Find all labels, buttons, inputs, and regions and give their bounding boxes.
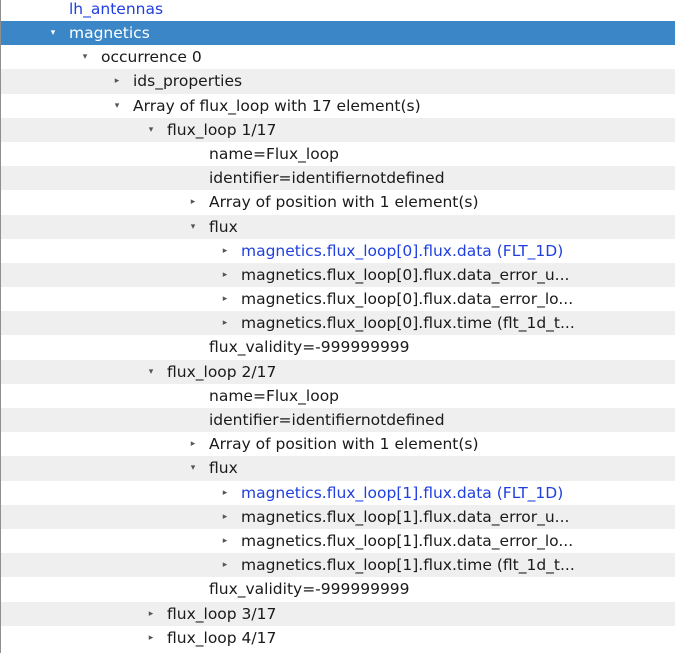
tree-row-label: occurrence 0	[101, 48, 202, 67]
collapsed-arrow-icon[interactable]: ▸	[219, 505, 231, 529]
expanded-arrow-icon[interactable]: ▾	[145, 360, 157, 384]
expanded-arrow-icon[interactable]: ▾	[145, 118, 157, 142]
collapsed-arrow-icon[interactable]: ▸	[111, 69, 123, 93]
tree-row[interactable]: ▸ magnetics.flux_loop[0].flux.data_error_…	[1, 262, 675, 288]
tree-row-label: name=Flux_loop	[209, 144, 340, 163]
tree-row[interactable]: ▸ flux_loop 4/17	[1, 626, 675, 650]
expanded-arrow-icon[interactable]: ▾	[187, 456, 199, 480]
collapsed-arrow-icon[interactable]: ▸	[219, 553, 231, 577]
tree-row-label: flux_loop 1/17	[167, 120, 277, 139]
collapsed-arrow-icon[interactable]: ▸	[187, 190, 199, 214]
tree-row[interactable]: ▾ flux_loop 2/17	[1, 359, 675, 384]
tree-row-label: magnetics.flux_loop[0].flux.data_error_l…	[241, 290, 574, 309]
tree-row[interactable]: identifier=identifiernotdefined	[1, 408, 675, 433]
tree-row-label: magnetics.flux_loop[1].flux.data_error_l…	[241, 531, 574, 550]
collapsed-arrow-icon[interactable]: ▸	[187, 432, 199, 456]
tree-row-label: identifier=identifiernotdefined	[209, 411, 445, 429]
tree-row-label: flux_validity=-999999999	[209, 338, 410, 357]
tree-row[interactable]: ▸ magnetics.flux_loop[1].flux.data_error_…	[1, 504, 675, 529]
collapsed-arrow-icon[interactable]: ▸	[219, 263, 231, 287]
ids-tree-view[interactable]: lh_antennas ▾ magnetics ▾ occurrence 0 ▸ ids_p…	[0, 0, 675, 653]
tree-row-label: magnetics	[69, 24, 150, 42]
tree-row-label: lh_antennas	[69, 0, 164, 18]
expanded-arrow-icon[interactable]: ▾	[187, 215, 199, 239]
expanded-arrow-icon[interactable]: ▾	[111, 94, 123, 118]
collapsed-arrow-icon[interactable]: ▸	[219, 481, 231, 505]
tree-row-label: identifier=identifiernotdefined	[209, 169, 445, 188]
tree-row-selected[interactable]: ▾ magnetics	[1, 21, 675, 46]
tree-row-label: flux_loop 3/17	[167, 604, 277, 623]
tree-row-label: flux_loop 4/17	[167, 628, 277, 647]
tree-row-label: flux	[209, 459, 238, 478]
collapsed-arrow-icon[interactable]: ▸	[219, 287, 231, 311]
tree-row[interactable]: flux_validity=-999999999	[1, 577, 675, 601]
collapsed-arrow-icon[interactable]: ▸	[145, 602, 157, 626]
tree-row[interactable]: name=Flux_loop	[1, 142, 675, 166]
expanded-arrow-icon[interactable]: ▾	[47, 21, 59, 45]
tree-row-label: magnetics.flux_loop[0].flux.time (flt_1d…	[241, 314, 575, 333]
tree-row[interactable]: ▸ ids_properties	[1, 69, 675, 94]
tree-row[interactable]: ▾ flux	[1, 456, 675, 481]
tree-row-label: magnetics.flux_loop[1].flux.time (flt_1d…	[241, 556, 575, 575]
tree-row-label: flux_loop 2/17	[167, 362, 277, 381]
tree-row[interactable]: name=Flux_loop	[1, 384, 675, 408]
collapsed-arrow-icon[interactable]: ▸	[219, 529, 231, 553]
tree-row[interactable]: ▸ flux_loop 3/17	[1, 601, 675, 626]
collapsed-arrow-icon[interactable]: ▸	[219, 311, 231, 335]
tree-row-label: Array of flux_loop with 17 element(s)	[133, 96, 421, 115]
tree-row[interactable]: ▸ magnetics.flux_loop[1].flux.time (flt_1…	[1, 553, 675, 578]
tree-row-label: Array of position with 1 element(s)	[209, 435, 479, 454]
tree-row[interactable]: identifier=identifiernotdefined	[1, 166, 675, 191]
tree-row[interactable]: ▾ flux_loop 1/17	[1, 117, 675, 142]
tree-row[interactable]: ▸ magnetics.flux_loop[0].flux.time (flt_1…	[1, 311, 675, 336]
tree-row-label: magnetics.flux_loop[1].flux.data (FLT_1D…	[241, 483, 564, 502]
tree-row-label: magnetics.flux_loop[1].flux.data_error_u…	[241, 507, 570, 526]
tree-row[interactable]: ▾ occurrence 0	[1, 45, 675, 69]
tree-row[interactable]: ▾ Array of flux_loop with 17 element(s)	[1, 94, 675, 118]
tree-row[interactable]: lh_antennas	[1, 0, 675, 21]
tree-row-label: flux_validity=-999999999	[209, 580, 410, 599]
tree-row[interactable]: flux_validity=-999999999	[1, 335, 675, 359]
tree-row-label: name=Flux_loop	[209, 386, 340, 405]
tree-row[interactable]: ▸ magnetics.flux_loop[0].flux.data_error_…	[1, 287, 675, 311]
tree-row-label: magnetics.flux_loop[0].flux.data (FLT_1D…	[241, 241, 564, 260]
tree-row-label: Array of position with 1 element(s)	[209, 193, 479, 212]
tree-row[interactable]: ▾ flux	[1, 214, 675, 239]
tree-row[interactable]: ▸ Array of position with 1 element(s)	[1, 432, 675, 456]
tree-row-label: flux	[209, 217, 238, 236]
collapsed-arrow-icon[interactable]: ▸	[145, 626, 157, 650]
tree-row-label: ids_properties	[133, 72, 243, 91]
tree-row[interactable]: ▸ magnetics.flux_loop[1].flux.data (FLT_1…	[1, 481, 675, 505]
tree-row[interactable]: ▸ magnetics.flux_loop[1].flux.data_error_…	[1, 529, 675, 553]
tree-row[interactable]: ▸ magnetics.flux_loop[0].flux.data (FLT_1…	[1, 239, 675, 263]
tree-row-label: magnetics.flux_loop[0].flux.data_error_u…	[241, 265, 570, 284]
tree-row[interactable]: ▸ Array of position with 1 element(s)	[1, 190, 675, 214]
expanded-arrow-icon[interactable]: ▾	[79, 45, 91, 69]
collapsed-arrow-icon[interactable]: ▸	[219, 239, 231, 263]
